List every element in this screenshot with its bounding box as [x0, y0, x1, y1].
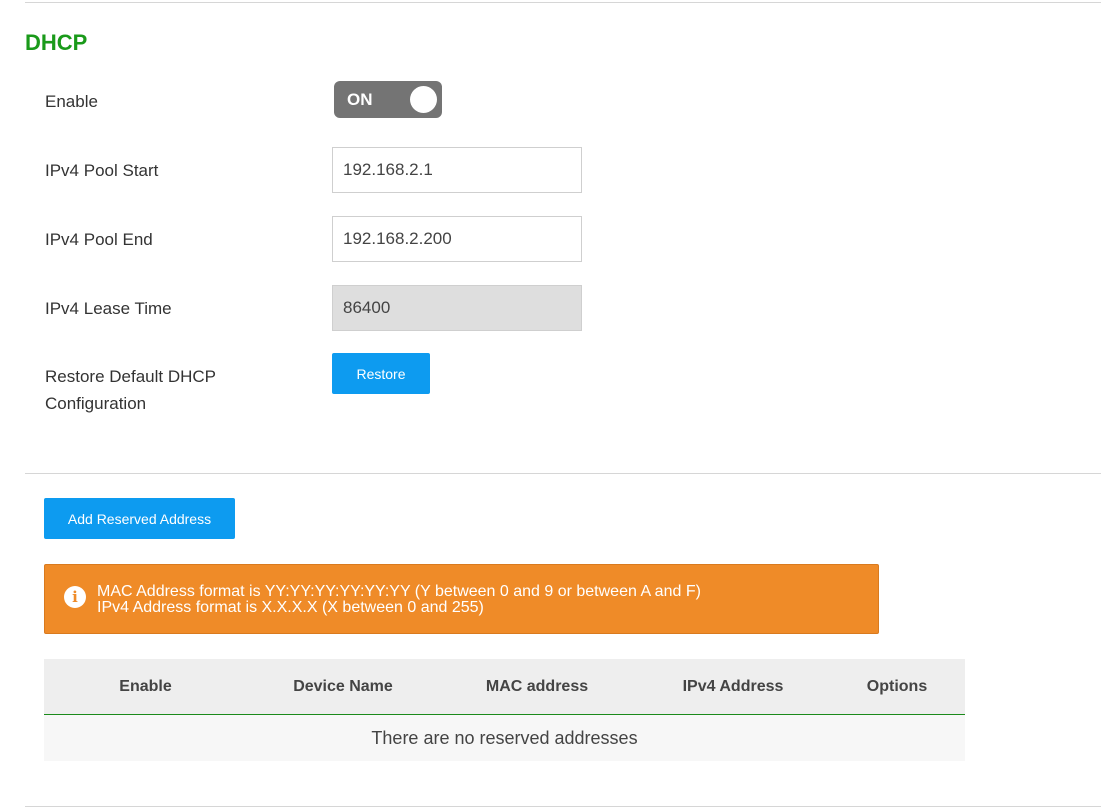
section-divider [25, 473, 1101, 474]
lease-time-input [332, 285, 582, 331]
format-notice: i MAC Address format is YY:YY:YY:YY:YY:Y… [44, 564, 879, 634]
notice-line-mac: MAC Address format is YY:YY:YY:YY:YY:YY … [97, 583, 701, 600]
column-header-enable: Enable [119, 678, 172, 695]
notice-message: MAC Address format is YY:YY:YY:YY:YY:YY … [97, 584, 701, 616]
notice-line-ipv4: IPv4 Address format is X.X.X.X (X betwee… [97, 599, 484, 616]
page-title: DHCP [25, 30, 88, 55]
restore-label: Restore Default DHCP Configuration [45, 363, 216, 417]
reserved-addresses-table: Enable Device Name MAC address IPv4 Addr… [44, 659, 965, 761]
top-divider [25, 2, 1101, 3]
restore-button[interactable]: Restore [332, 353, 430, 394]
pool-end-label: IPv4 Pool End [45, 230, 153, 249]
dhcp-enable-toggle[interactable]: ON [334, 81, 442, 118]
bottom-divider [25, 806, 1101, 807]
toggle-knob [410, 86, 437, 113]
restore-label-line2: Configuration [45, 394, 147, 413]
table-header-row: Enable Device Name MAC address IPv4 Addr… [44, 659, 965, 715]
pool-end-input[interactable] [332, 216, 582, 262]
info-icon: i [64, 586, 86, 608]
add-reserved-address-button[interactable]: Add Reserved Address [44, 498, 235, 539]
pool-start-input[interactable] [332, 147, 582, 193]
toggle-state-text: ON [347, 90, 373, 109]
column-header-mac-address: MAC address [485, 678, 589, 695]
column-header-device-name: Device Name [293, 678, 393, 695]
pool-start-label: IPv4 Pool Start [45, 161, 159, 180]
column-header-ipv4-address: IPv4 Address [682, 678, 784, 695]
table-empty-row: There are no reserved addresses [44, 715, 965, 761]
lease-time-label: IPv4 Lease Time [45, 299, 172, 318]
enable-label: Enable [45, 92, 98, 111]
column-header-options: Options [866, 678, 928, 695]
restore-label-line1: Restore Default DHCP [45, 367, 217, 386]
